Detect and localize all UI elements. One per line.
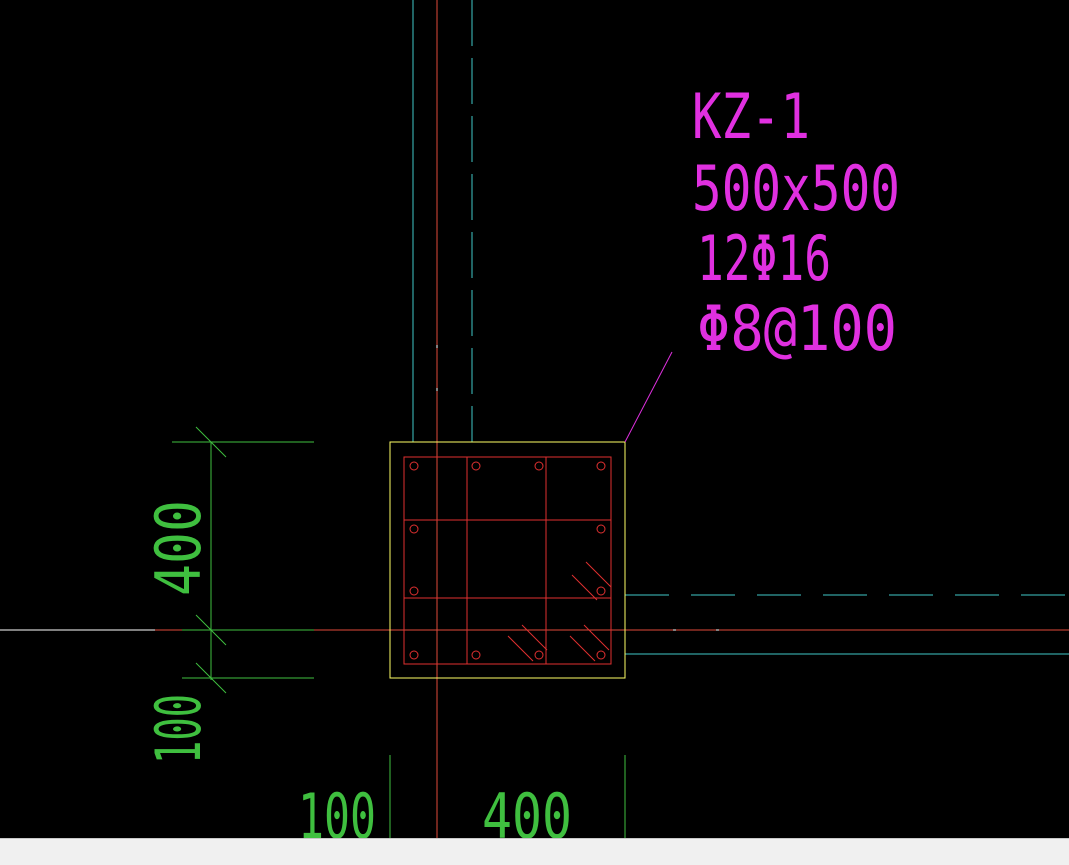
dimension-label-vertical-400: 400 (142, 500, 215, 596)
column-size-label: 500x500 (692, 152, 900, 225)
column-name-label: KZ-1 (692, 80, 810, 153)
main-rebar-label: 12Φ16 (697, 222, 831, 295)
dimension-label-vertical-100: 100 (142, 694, 215, 764)
cad-drawing-canvas[interactable]: KZ-1 500x500 12Φ16 Φ8@100 400 100 100 40… (0, 0, 1069, 864)
status-bar (0, 838, 1069, 865)
stirrup-label: Φ8@100 (697, 292, 897, 365)
